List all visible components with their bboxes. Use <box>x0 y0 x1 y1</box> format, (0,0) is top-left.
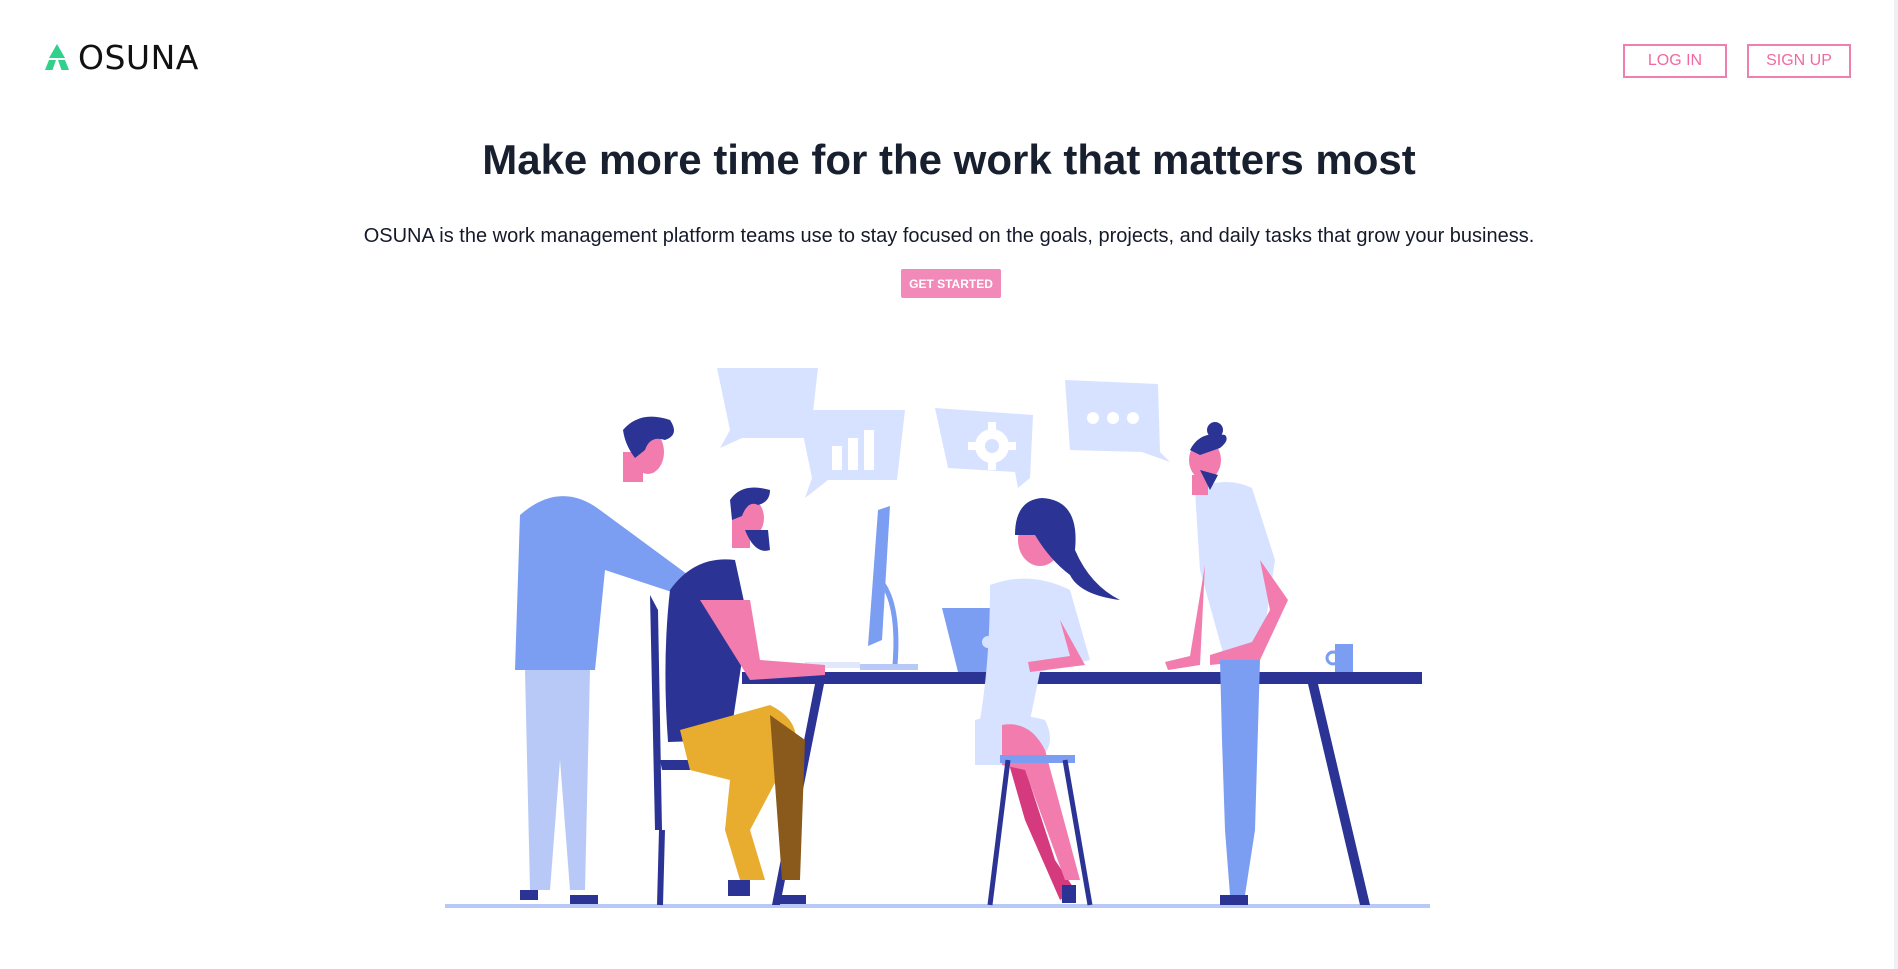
gear-bubble-icon <box>935 408 1033 488</box>
signup-button[interactable]: SIGN UP <box>1747 44 1851 78</box>
page-scrollbar[interactable] <box>1894 0 1898 969</box>
brand-logo[interactable]: OSUNA <box>42 40 199 74</box>
person-standing-right <box>1165 422 1288 905</box>
team-illustration <box>445 368 1430 908</box>
brand-name: OSUNA <box>78 37 199 77</box>
hero-subheadline: OSUNA is the work management platform te… <box>363 225 1535 247</box>
monitor <box>805 506 918 670</box>
login-button[interactable]: LOG IN <box>1623 44 1727 78</box>
person-seated-woman <box>975 498 1120 906</box>
get-started-button[interactable]: GET STARTED <box>901 269 1001 298</box>
person-seated-man <box>650 487 825 906</box>
dots-bubble-icon <box>1065 380 1170 462</box>
site-header: OSUNA LOG IN SIGN UP <box>0 0 1898 120</box>
chart-bubble-icon <box>798 410 905 498</box>
hero-headline: Make more time for the work that matters… <box>482 136 1416 183</box>
triangle-mark-icon <box>45 44 69 70</box>
mug <box>1325 644 1353 672</box>
speech-bubble <box>717 368 818 448</box>
